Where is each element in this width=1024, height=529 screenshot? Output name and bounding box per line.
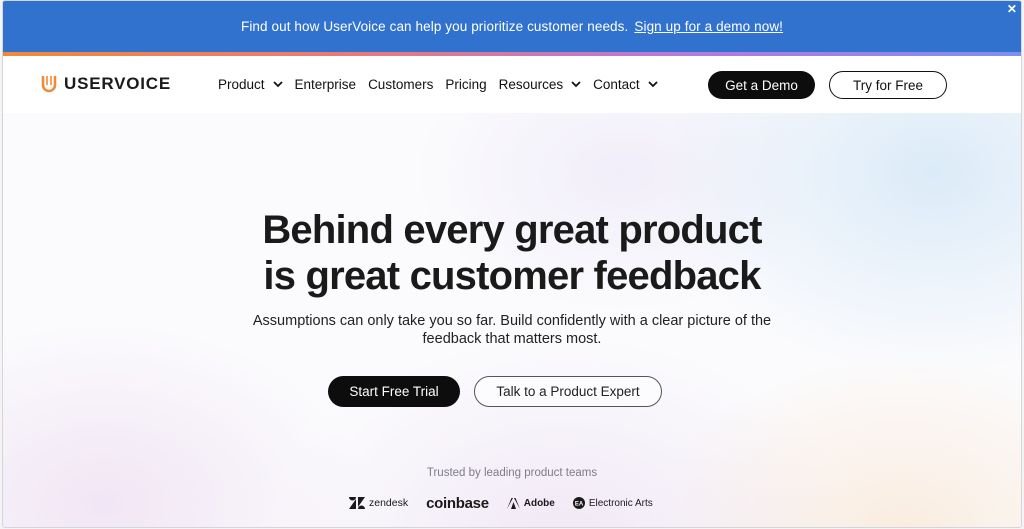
zendesk-wordmark: zendesk	[369, 497, 409, 509]
chevron-down-icon	[272, 81, 283, 88]
try-free-button[interactable]: Try for Free	[829, 71, 947, 99]
coinbase-logo: coinbase	[426, 495, 489, 512]
subhead-line-1: Assumptions can only take you so far. Bu…	[252, 313, 772, 329]
ea-wordmark: Electronic Arts	[588, 497, 653, 509]
get-demo-button[interactable]: Get a Demo	[708, 71, 815, 99]
logo[interactable]: USERVOICE	[41, 74, 171, 94]
zendesk-icon	[349, 497, 365, 509]
coinbase-wordmark: coinbase	[426, 494, 489, 512]
nav-item-enterprise[interactable]: Enterprise	[295, 77, 357, 92]
nav-item-label: Customers	[368, 77, 434, 92]
ea-icon: EA	[572, 497, 585, 509]
svg-text:EA: EA	[575, 501, 584, 507]
hero-section: Behind every great product is great cust…	[3, 113, 1021, 527]
zendesk-logo: zendesk	[349, 497, 408, 509]
close-icon[interactable]: ✕	[1007, 3, 1017, 15]
talk-to-expert-button[interactable]: Talk to a Product Expert	[474, 376, 662, 407]
subhead-line-2: feedback that matters most.	[422, 331, 602, 347]
announcement-message: Find out how UserVoice can help you prio…	[240, 19, 629, 34]
announcement-bar: Find out how UserVoice can help you prio…	[3, 1, 1021, 52]
adobe-wordmark: Adobe	[523, 497, 555, 509]
electronic-arts-logo: EA Electronic Arts	[572, 497, 653, 509]
demo-signup-link[interactable]: Sign up for a demo now!	[634, 19, 783, 34]
nav-item-product[interactable]: Product	[218, 77, 283, 92]
main-nav: USERVOICE Product Enterprise Customers P…	[3, 56, 1021, 113]
nav-item-contact[interactable]: Contact	[593, 77, 658, 92]
headline-line-2: is great customer feedback	[263, 254, 761, 298]
hero-subhead: Assumptions can only take you so far. Bu…	[3, 312, 1021, 348]
adobe-logo: Adobe	[506, 497, 555, 509]
chevron-down-icon	[648, 81, 658, 88]
customer-logos: zendesk coinbase Adobe EA Electronic Art…	[349, 494, 671, 512]
browser-viewport: Find out how UserVoice can help you prio…	[2, 0, 1022, 528]
nav-item-customers[interactable]: Customers	[368, 77, 433, 92]
logo-text: USERVOICE	[64, 74, 172, 93]
adobe-icon	[506, 497, 520, 509]
start-free-trial-button[interactable]: Start Free Trial	[328, 376, 460, 407]
nav-item-label: Contact	[593, 77, 640, 92]
nav-menu: Product Enterprise Customers Pricing Res…	[218, 56, 670, 113]
nav-item-label: Enterprise	[294, 77, 357, 92]
nav-item-label: Product	[218, 77, 265, 92]
nav-item-label: Pricing	[445, 77, 487, 92]
nav-item-label: Resources	[498, 77, 564, 92]
hero-headline: Behind every great product is great cust…	[3, 207, 1021, 299]
uservoice-logo-icon	[41, 76, 57, 93]
nav-item-pricing[interactable]: Pricing	[445, 77, 486, 92]
trusted-label: Trusted by leading product teams	[426, 467, 598, 479]
nav-item-resources[interactable]: Resources	[499, 77, 582, 92]
headline-line-1: Behind every great product	[262, 208, 762, 252]
chevron-down-icon	[571, 81, 581, 88]
